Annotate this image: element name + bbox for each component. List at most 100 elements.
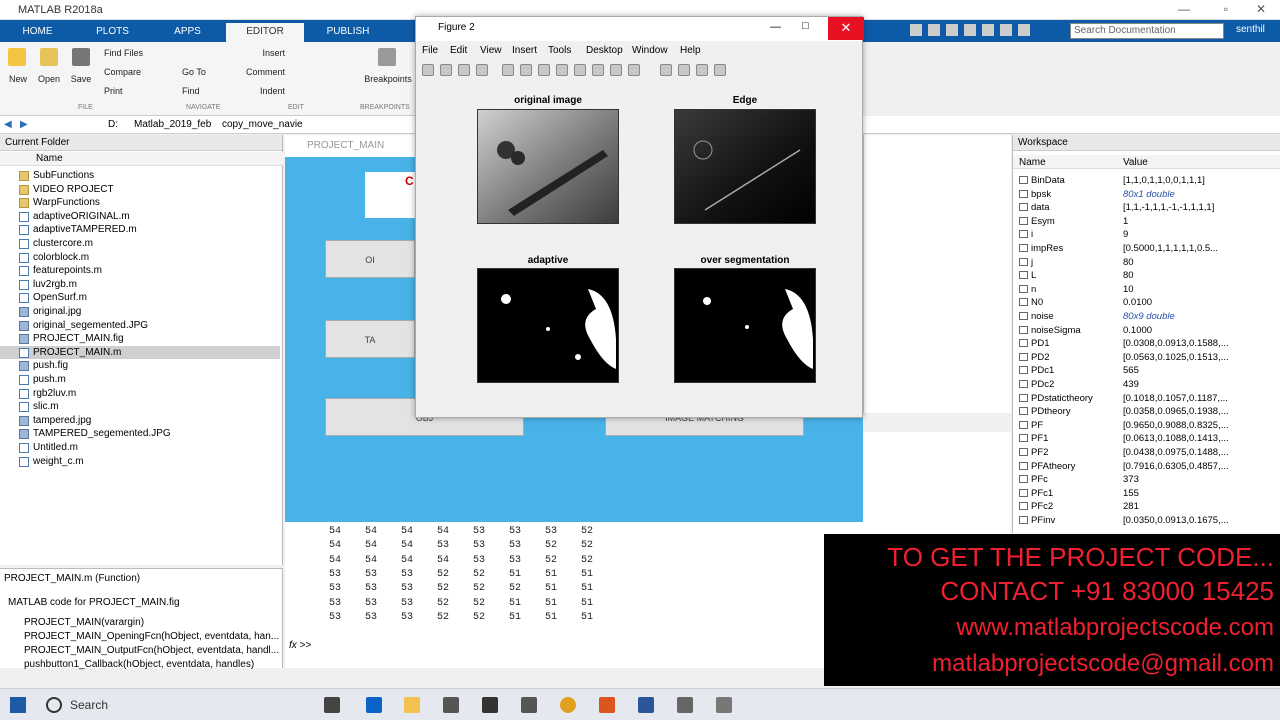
file-item[interactable]: WarpFunctions: [0, 196, 280, 210]
file-item[interactable]: slic.m: [0, 400, 280, 414]
command-prompt[interactable]: fx >>: [289, 640, 311, 651]
link-icon[interactable]: [628, 64, 640, 76]
workspace-variable[interactable]: PDstatictheory [0.1018,0.1057,0.1187,...: [1013, 391, 1280, 405]
figure-maximize-icon[interactable]: □: [802, 20, 809, 32]
zoom-out-icon[interactable]: [538, 64, 550, 76]
workspace-variable[interactable]: PDc1 565: [1013, 363, 1280, 377]
function-item[interactable]: PROJECT_MAIN_OpeningFcn(hObject, eventda…: [24, 631, 279, 642]
maximize-icon[interactable]: ▫: [1224, 2, 1228, 16]
workspace-variable[interactable]: impRes [0.5000,1,1,1,1,1,0.5...: [1013, 241, 1280, 255]
forward-icon[interactable]: ▶: [20, 119, 28, 130]
file-explorer-icon[interactable]: [404, 697, 420, 713]
tab-home[interactable]: HOME: [10, 23, 65, 42]
workspace-variable[interactable]: data [1,1,-1,1,1,-1,-1,1,1,1]: [1013, 200, 1280, 214]
workspace-variable[interactable]: PD2 [0.0563,0.1025,0.1513,...: [1013, 350, 1280, 364]
file-item[interactable]: weight_c.m: [0, 455, 280, 469]
colorbar-icon[interactable]: [660, 64, 672, 76]
file-item[interactable]: clustercore.m: [0, 237, 280, 251]
pointer-icon[interactable]: [502, 64, 514, 76]
figure-menu-view[interactable]: View: [480, 45, 502, 56]
workspace-variable[interactable]: noise 80x9 double: [1013, 309, 1280, 323]
original-button[interactable]: OI: [325, 240, 415, 278]
workspace-variable[interactable]: Esym 1: [1013, 214, 1280, 228]
function-item[interactable]: PROJECT_MAIN_OutputFcn(hObject, eventdat…: [24, 645, 279, 656]
figure-menu-insert[interactable]: Insert: [512, 45, 537, 56]
save-icon[interactable]: [72, 48, 90, 66]
file-item[interactable]: OpenSurf.m: [0, 291, 280, 305]
open-button[interactable]: Open: [34, 74, 64, 84]
figure-menu-file[interactable]: File: [422, 45, 438, 56]
open-icon[interactable]: [40, 48, 58, 66]
file-item[interactable]: luv2rgb.m: [0, 278, 280, 292]
workspace-variable[interactable]: PFAtheory [0.7916,0.6305,0.4857,...: [1013, 459, 1280, 473]
chrome-icon[interactable]: [560, 697, 576, 713]
data-cursor-icon[interactable]: [592, 64, 604, 76]
new-button[interactable]: New: [4, 74, 32, 84]
workspace-variable[interactable]: bpsk 80x1 double: [1013, 187, 1280, 201]
compare-button[interactable]: Compare: [104, 67, 174, 77]
workspace-col-value[interactable]: Value: [1123, 157, 1148, 168]
function-item[interactable]: PROJECT_MAIN(varargin): [24, 617, 279, 628]
print-icon[interactable]: [476, 64, 488, 76]
word-icon[interactable]: [638, 697, 654, 713]
figure-menu-desktop[interactable]: Desktop: [586, 45, 623, 56]
back-icon[interactable]: ◀: [4, 119, 12, 130]
workspace-variable[interactable]: PF [0.9650,0.9088,0.8325,...: [1013, 418, 1280, 432]
open-file-icon[interactable]: [440, 64, 452, 76]
workspace-variable[interactable]: PF1 [0.0613,0.1088,0.1413,...: [1013, 431, 1280, 445]
mail-icon[interactable]: [482, 697, 498, 713]
column-header[interactable]: Name: [0, 152, 283, 166]
redo-icon[interactable]: [1000, 24, 1012, 36]
workspace-variable[interactable]: PDc2 439: [1013, 377, 1280, 391]
indent-button[interactable]: Indent: [250, 86, 285, 96]
file-item[interactable]: PROJECT_MAIN.fig: [0, 332, 280, 346]
legend-icon[interactable]: [678, 64, 690, 76]
workspace-variable[interactable]: noiseSigma 0.1000: [1013, 323, 1280, 337]
workspace-col-name[interactable]: Name: [1019, 157, 1046, 168]
file-item[interactable]: colorblock.m: [0, 251, 280, 265]
figure-minimize-icon[interactable]: —: [770, 21, 781, 33]
workspace-variable[interactable]: j 80: [1013, 255, 1280, 269]
edge-browser-icon[interactable]: [366, 697, 382, 713]
figure-close-icon[interactable]: ✕: [828, 17, 864, 40]
breadcrumb-folder[interactable]: Matlab_2019_feb: [134, 119, 211, 130]
insert-button[interactable]: Insert: [250, 48, 285, 58]
figure-menu-window[interactable]: Window: [632, 45, 668, 56]
help-icon[interactable]: [1018, 24, 1030, 36]
hide-icon[interactable]: [696, 64, 708, 76]
new-icon[interactable]: [8, 48, 26, 66]
workspace-variable[interactable]: PFc2 281: [1013, 499, 1280, 513]
breakpoints-button[interactable]: Breakpoints: [362, 74, 414, 84]
user-name[interactable]: senthil: [1236, 24, 1265, 35]
workspace-variable[interactable]: i9: [1013, 227, 1280, 241]
tab-editor[interactable]: EDITOR: [226, 23, 304, 42]
brush-icon[interactable]: [610, 64, 622, 76]
minimize-icon[interactable]: —: [1178, 2, 1190, 16]
task-view-icon[interactable]: [324, 697, 340, 713]
taskbar-search[interactable]: Search: [70, 698, 108, 712]
windows-start-icon[interactable]: [10, 697, 26, 713]
workspace-variable[interactable]: n 10: [1013, 282, 1280, 296]
function-item[interactable]: pushbutton1_Callback(hObject, eventdata,…: [24, 659, 279, 670]
app-icon[interactable]: [677, 697, 693, 713]
matlab-icon[interactable]: [599, 697, 615, 713]
workspace-variable[interactable]: PFc1 155: [1013, 486, 1280, 500]
column-name[interactable]: Name: [36, 153, 63, 164]
go-to-button[interactable]: Go To: [182, 67, 232, 77]
paste-icon[interactable]: [964, 24, 976, 36]
save-icon[interactable]: [910, 24, 922, 36]
zoom-in-icon[interactable]: [520, 64, 532, 76]
file-item[interactable]: VIDEO RPOJECT: [0, 183, 280, 197]
breakpoints-icon[interactable]: [378, 48, 396, 66]
breadcrumb-subfolder[interactable]: copy_move_navie: [222, 119, 303, 130]
file-item[interactable]: original_segemented.JPG: [0, 319, 280, 333]
tab-apps[interactable]: APPS: [160, 23, 215, 42]
tab-plots[interactable]: PLOTS: [80, 23, 145, 42]
new-figure-icon[interactable]: [422, 64, 434, 76]
close-icon[interactable]: ✕: [1256, 2, 1266, 16]
workspace-variable[interactable]: PD1 [0.0308,0.0913,0.1588,...: [1013, 336, 1280, 350]
file-item[interactable]: tampered.jpg: [0, 414, 280, 428]
file-item[interactable]: featurepoints.m: [0, 264, 280, 278]
find-button[interactable]: Find: [182, 86, 232, 96]
dock-icon[interactable]: [714, 64, 726, 76]
